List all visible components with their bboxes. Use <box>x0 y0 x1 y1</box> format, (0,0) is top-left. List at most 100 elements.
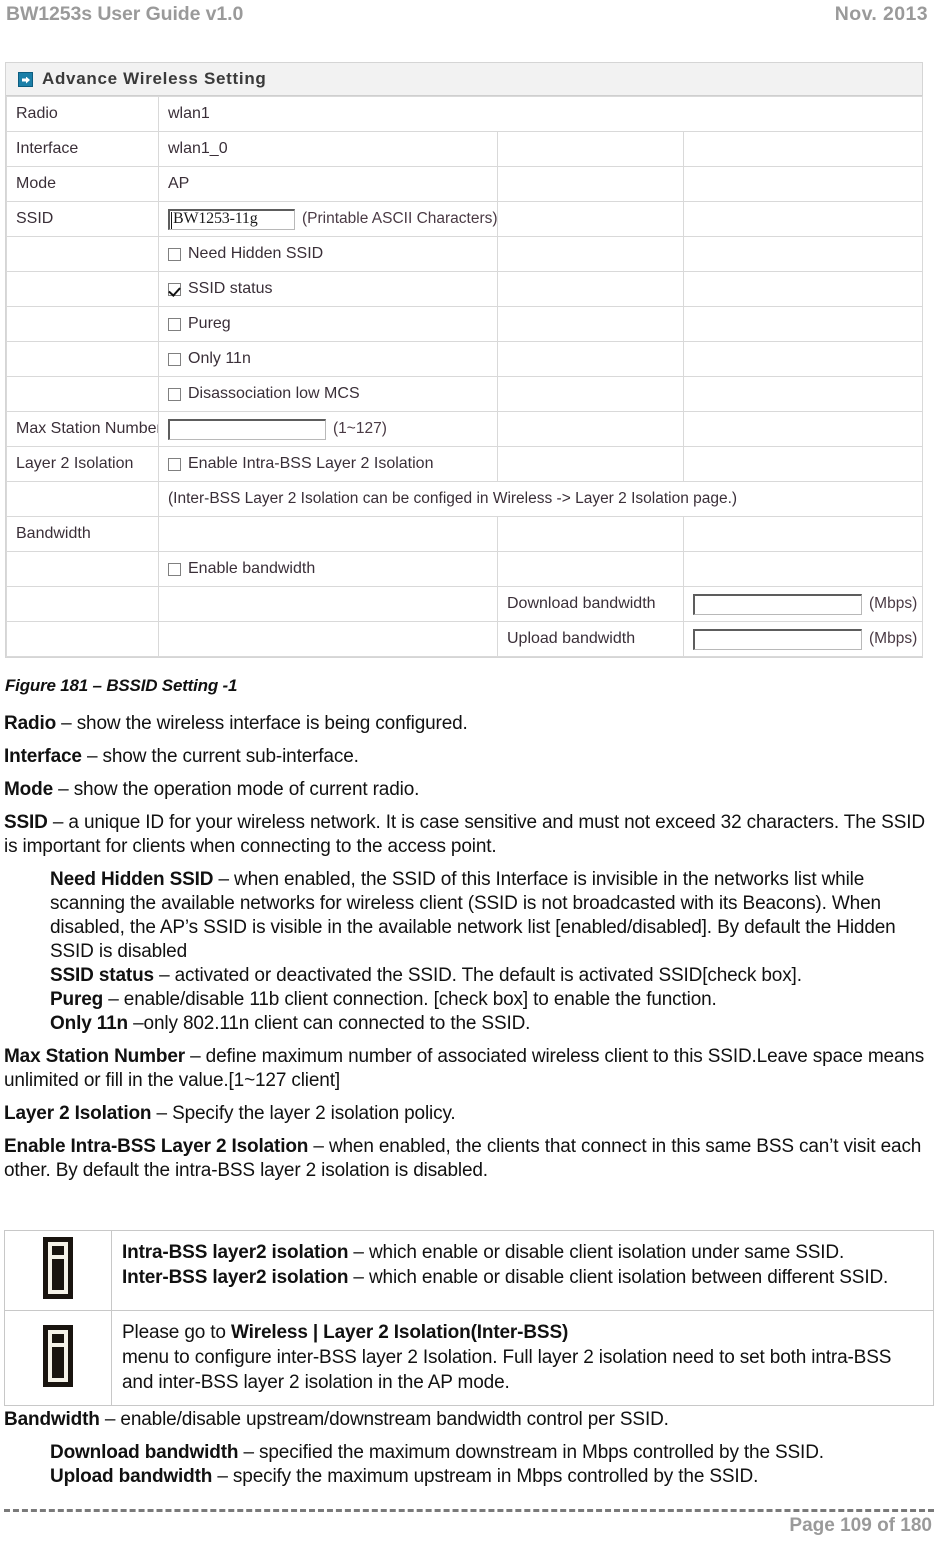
table-row: Download bandwidth (Mbps) <box>6 586 924 622</box>
row-value-bandwidth <box>158 516 498 552</box>
table-row: Need Hidden SSID <box>6 236 924 272</box>
info-icon <box>43 1324 73 1387</box>
row-label-empty <box>6 621 159 657</box>
row-spacer-cell <box>497 411 684 447</box>
row-spacer-cell <box>682 411 924 447</box>
row-ssid-status: SSID status <box>158 271 498 307</box>
term-intra-bss-layer2: Intra-BSS layer2 isolation <box>122 1242 349 1263</box>
row-spacer-cell <box>497 446 684 482</box>
row-label-empty <box>6 586 159 622</box>
ssid-hint: (Printable ASCII Characters) <box>302 210 498 227</box>
paragraph-layer2-isolation: Layer 2 Isolation – Specify the layer 2 … <box>4 1102 938 1126</box>
term-only-11n: Only 11n <box>50 1013 129 1034</box>
row-spacer-cell <box>158 621 498 657</box>
row-spacer-cell <box>497 271 684 307</box>
paragraph-enable-intra-bss: Enable Intra-BSS Layer 2 Isolation – whe… <box>4 1135 938 1183</box>
row-spacer-cell <box>682 131 924 167</box>
note-line-intra-bss: Intra-BSS layer2 isolation – which enabl… <box>122 1240 923 1265</box>
need-hidden-ssid-checkbox[interactable] <box>168 247 181 261</box>
desc-inter-bss-layer2: – which enable or disable client isolati… <box>348 1267 889 1288</box>
note-icon-cell <box>4 1230 112 1311</box>
row-label-max-station-number: Max Station Number <box>6 411 159 447</box>
note-line-goto-menu: Please go to Wireless | Layer 2 Isolatio… <box>122 1320 923 1345</box>
row-spacer-cell <box>158 586 498 622</box>
note-table: Intra-BSS layer2 isolation – which enabl… <box>4 1230 934 1406</box>
row-spacer-cell <box>682 516 924 552</box>
row-spacer-cell <box>682 166 924 202</box>
table-row: Mode AP <box>6 166 924 202</box>
row-disassociation-low-mcs: Disassociation low MCS <box>158 376 498 412</box>
body-text-block: Radio – show the wireless interface is b… <box>4 712 938 1192</box>
note-icon-cell <box>4 1310 112 1406</box>
header-document-title: BW1253s User Guide v1.0 <box>6 3 244 25</box>
download-bandwidth-cell: (Mbps) <box>682 586 924 622</box>
row-spacer-cell <box>497 201 684 237</box>
table-row: Max Station Number (1~127) <box>6 411 924 447</box>
upload-bandwidth-unit: (Mbps) <box>869 630 918 647</box>
table-row: Enable bandwidth <box>6 551 924 587</box>
row-label-bandwidth: Bandwidth <box>6 516 159 552</box>
info-icon-dot <box>52 1246 64 1255</box>
note-content-cell: Please go to Wireless | Layer 2 Isolatio… <box>111 1310 934 1406</box>
table-row: Radio wlan1 <box>6 96 924 132</box>
paragraph-download-bandwidth: Download bandwidth – specified the maxim… <box>4 1441 938 1465</box>
upload-bandwidth-input[interactable] <box>693 628 862 650</box>
note-menu-path: Wireless | Layer 2 Isolation(Inter-BSS) <box>230 1322 569 1343</box>
row-spacer-cell <box>497 551 684 587</box>
arrow-square-icon <box>18 71 33 87</box>
pureg-checkbox[interactable] <box>168 317 181 331</box>
desc-pureg: – enable/disable 11b client connection. … <box>103 989 717 1010</box>
header-date: Nov. 2013 <box>834 3 928 25</box>
row-need-hidden-ssid: Need Hidden SSID <box>158 236 498 272</box>
download-bandwidth-label: Download bandwidth <box>497 586 684 622</box>
max-station-number-input[interactable] <box>168 418 326 440</box>
only-11n-label: Only 11n <box>188 350 251 367</box>
row-spacer-cell <box>682 236 924 272</box>
disassociation-low-mcs-checkbox[interactable] <box>168 387 181 401</box>
note-line-inter-bss: Inter-BSS layer2 isolation – which enabl… <box>122 1265 923 1290</box>
paragraph-radio: Radio – show the wireless interface is b… <box>4 712 938 736</box>
row-label-empty <box>6 236 159 272</box>
term-inter-bss-layer2: Inter-BSS layer2 isolation <box>122 1267 349 1288</box>
term-ssid: SSID <box>4 812 48 833</box>
desc-download-bandwidth: – specified the maximum downstream in Mb… <box>238 1442 824 1463</box>
table-row: SSID BW1253-11g (Printable ASCII Charact… <box>6 201 924 237</box>
ssid-status-checkbox[interactable] <box>168 282 181 296</box>
enable-intra-bss-layer2-isolation-label: Enable Intra-BSS Layer 2 Isolation <box>188 455 434 472</box>
desc-ssid-status: – activated or deactivated the SSID. The… <box>153 965 802 986</box>
row-spacer-cell <box>682 446 924 482</box>
row-spacer-cell <box>497 516 684 552</box>
disassociation-low-mcs-label: Disassociation low MCS <box>188 385 360 402</box>
figure-caption: Figure 181 – BSSID Setting -1 <box>5 676 238 695</box>
enable-intra-bss-layer2-isolation-checkbox[interactable] <box>168 457 181 471</box>
term-mode: Mode <box>4 779 54 800</box>
desc-bandwidth: – enable/disable upstream/downstream ban… <box>99 1409 669 1430</box>
table-row: Upload bandwidth (Mbps) <box>6 621 924 657</box>
pureg-label: Pureg <box>188 315 231 332</box>
page-number: Page 109 of 180 <box>789 1515 932 1536</box>
row-enable-intra-bss: Enable Intra-BSS Layer 2 Isolation <box>158 446 498 482</box>
row-value-mode: AP <box>158 166 498 202</box>
desc-layer2-isolation: – Specify the layer 2 isolation policy. <box>151 1103 456 1124</box>
row-value-radio: wlan1 <box>157 96 924 132</box>
row-spacer-cell <box>497 341 684 377</box>
inter-bss-note-text: (Inter-BSS Layer 2 Isolation can be conf… <box>168 490 738 507</box>
row-spacer-cell <box>497 166 684 202</box>
upload-bandwidth-cell: (Mbps) <box>682 621 924 657</box>
download-bandwidth-input[interactable] <box>693 593 862 615</box>
row-label-empty <box>6 271 159 307</box>
row-label-empty <box>6 306 159 342</box>
row-label-empty <box>6 341 159 377</box>
row-spacer-cell <box>497 376 684 412</box>
ssid-input[interactable]: BW1253-11g <box>168 208 295 230</box>
enable-bandwidth-checkbox[interactable] <box>168 562 181 576</box>
only-11n-checkbox[interactable] <box>168 352 181 366</box>
row-label-interface: Interface <box>6 131 159 167</box>
table-row: SSID status <box>6 271 924 307</box>
row-spacer-cell <box>682 551 924 587</box>
table-row: Layer 2 Isolation Enable Intra-BSS Layer… <box>6 446 924 482</box>
row-pureg: Pureg <box>158 306 498 342</box>
row-label-empty <box>6 376 159 412</box>
paragraph-ssid-status: SSID status – activated or deactivated t… <box>4 964 938 988</box>
advance-wireless-setting-screenshot: Advance Wireless Setting Radio wlan1 Int… <box>5 62 924 658</box>
